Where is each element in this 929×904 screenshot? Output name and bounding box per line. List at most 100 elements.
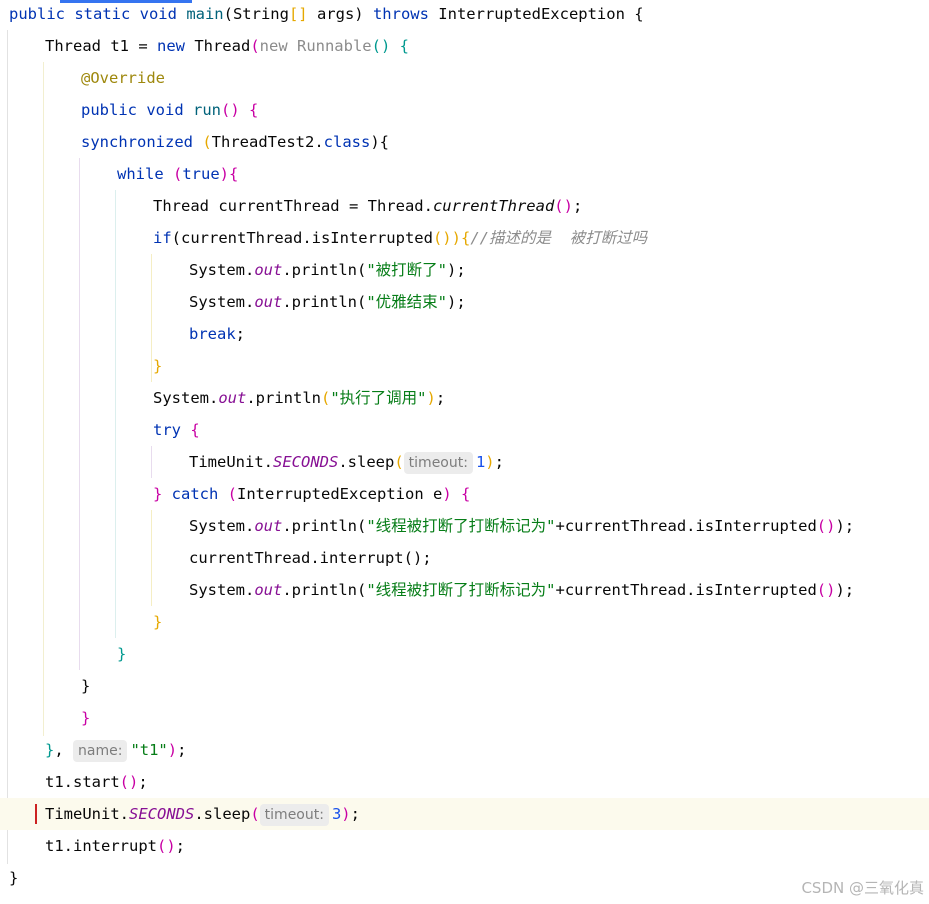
- parameter-hint: name:: [73, 739, 128, 762]
- code-line[interactable]: }: [0, 862, 929, 894]
- code-token: break: [189, 325, 236, 343]
- code-line[interactable]: synchronized (ThreadTest2.class){: [0, 126, 929, 158]
- code-token: out: [218, 389, 247, 407]
- code-line[interactable]: public static void main(String[] args) t…: [0, 0, 929, 30]
- code-token: ){: [219, 165, 239, 183]
- code-token: out: [254, 517, 283, 535]
- code-token: ;: [138, 773, 148, 791]
- code-token: t1.start: [45, 773, 120, 791]
- code-token: currentThread.interrupt();: [189, 549, 432, 567]
- code-token: ;: [350, 805, 360, 823]
- code-line[interactable]: }: [0, 350, 929, 382]
- code-token: );: [447, 293, 466, 311]
- code-token: );: [835, 581, 855, 599]
- code-line[interactable]: TimeUnit.SECONDS.sleep(timeout: 3);: [0, 798, 929, 830]
- code-line[interactable]: }: [0, 670, 929, 702]
- code-editor[interactable]: public static void main(String[] args) t…: [0, 0, 929, 904]
- code-token: run: [192, 101, 221, 119]
- code-token: System.: [153, 389, 219, 407]
- code-token: +currentThread.isInterrupted: [555, 581, 817, 599]
- code-line[interactable]: System.out.println("优雅结束");: [0, 286, 929, 318]
- code-token: 3: [331, 805, 342, 823]
- code-line[interactable]: }, name: "t1");: [0, 734, 929, 766]
- code-token: () {: [371, 37, 409, 55]
- code-line[interactable]: @Override: [0, 62, 929, 94]
- code-token: new: [259, 37, 297, 55]
- code-token: throws: [372, 5, 439, 23]
- code-token: ;: [494, 453, 504, 471]
- code-token: ){: [370, 133, 389, 151]
- code-line[interactable]: System.out.println("执行了调用");: [0, 382, 929, 414]
- code-line[interactable]: currentThread.interrupt();: [0, 542, 929, 574]
- code-token: new: [156, 37, 195, 55]
- code-token: "被打断了": [366, 261, 447, 279]
- code-token: (: [250, 805, 260, 823]
- code-line[interactable]: if(currentThread.isInterrupted()){//描述的是…: [0, 222, 929, 254]
- code-line[interactable]: System.out.println("线程被打断了打断标记为"+current…: [0, 574, 929, 606]
- code-token: args): [307, 5, 373, 23]
- code-line[interactable]: while (true){: [0, 158, 929, 190]
- code-token: catch: [171, 485, 228, 503]
- code-token: "t1": [130, 741, 168, 759]
- code-token: "线程被打断了打断标记为": [366, 581, 556, 599]
- code-token: System.: [189, 261, 255, 279]
- code-line[interactable]: public void run() {: [0, 94, 929, 126]
- code-token: (: [202, 133, 212, 151]
- code-token: }: [153, 357, 163, 375]
- code-token: }: [153, 613, 163, 631]
- code-token: out: [254, 581, 283, 599]
- code-token: System.: [189, 581, 255, 599]
- code-token: (: [320, 389, 331, 407]
- code-token: ,: [54, 741, 74, 759]
- code-token: }: [45, 741, 55, 759]
- code-token: ) {: [442, 485, 471, 503]
- code-token: currentThread: [432, 197, 555, 215]
- code-token: "执行了调用": [330, 389, 427, 407]
- code-token: //描述的是 被打断过吗: [470, 229, 648, 247]
- code-line[interactable]: }: [0, 702, 929, 734]
- code-line[interactable]: Thread currentThread = Thread.currentThr…: [0, 190, 929, 222]
- code-line[interactable]: TimeUnit.SECONDS.sleep(timeout: 1);: [0, 446, 929, 478]
- code-token: .println(: [282, 261, 367, 279]
- code-token: (): [816, 581, 836, 599]
- code-token: try: [153, 421, 191, 439]
- code-token: out: [254, 293, 283, 311]
- parameter-hint: timeout:: [403, 451, 473, 474]
- code-line[interactable]: } catch (InterruptedException e) {: [0, 478, 929, 510]
- code-token: t1.interrupt: [45, 837, 157, 855]
- code-token: () {: [220, 101, 259, 119]
- code-token: true: [182, 165, 220, 183]
- code-token: (): [156, 837, 176, 855]
- code-token: ){: [451, 229, 471, 247]
- code-token: TimeUnit.: [189, 453, 273, 471]
- code-token: TimeUnit.: [45, 805, 129, 823]
- code-token: ): [426, 389, 436, 407]
- code-token: (: [173, 165, 183, 183]
- code-line[interactable]: t1.interrupt();: [0, 830, 929, 862]
- code-token: (): [816, 517, 836, 535]
- code-token: .sleep: [338, 453, 395, 471]
- code-token: SECONDS: [273, 453, 339, 471]
- code-token: ThreadTest2.: [211, 133, 324, 151]
- code-line[interactable]: System.out.println("线程被打断了打断标记为"+current…: [0, 510, 929, 542]
- code-line[interactable]: try {: [0, 414, 929, 446]
- code-token: Runnable: [296, 37, 372, 55]
- code-token: InterruptedException e: [237, 485, 443, 503]
- code-token: "线程被打断了打断标记为": [366, 517, 556, 535]
- code-token: Thread t1 =: [45, 37, 157, 55]
- code-token: ): [485, 453, 495, 471]
- code-token: }: [117, 645, 127, 663]
- code-token: }: [81, 709, 91, 727]
- code-token: }: [9, 869, 19, 887]
- code-line[interactable]: t1.start();: [0, 766, 929, 798]
- code-line[interactable]: }: [0, 638, 929, 670]
- code-line[interactable]: Thread t1 = new Thread(new Runnable() {: [0, 30, 929, 62]
- code-line[interactable]: }: [0, 606, 929, 638]
- code-line[interactable]: break;: [0, 318, 929, 350]
- code-token: ): [167, 741, 178, 759]
- code-token: ;: [175, 837, 185, 855]
- code-line[interactable]: System.out.println("被打断了");: [0, 254, 929, 286]
- code-token: .println(: [282, 293, 367, 311]
- code-token: 1: [475, 453, 486, 471]
- code-token: synchronized: [81, 133, 203, 151]
